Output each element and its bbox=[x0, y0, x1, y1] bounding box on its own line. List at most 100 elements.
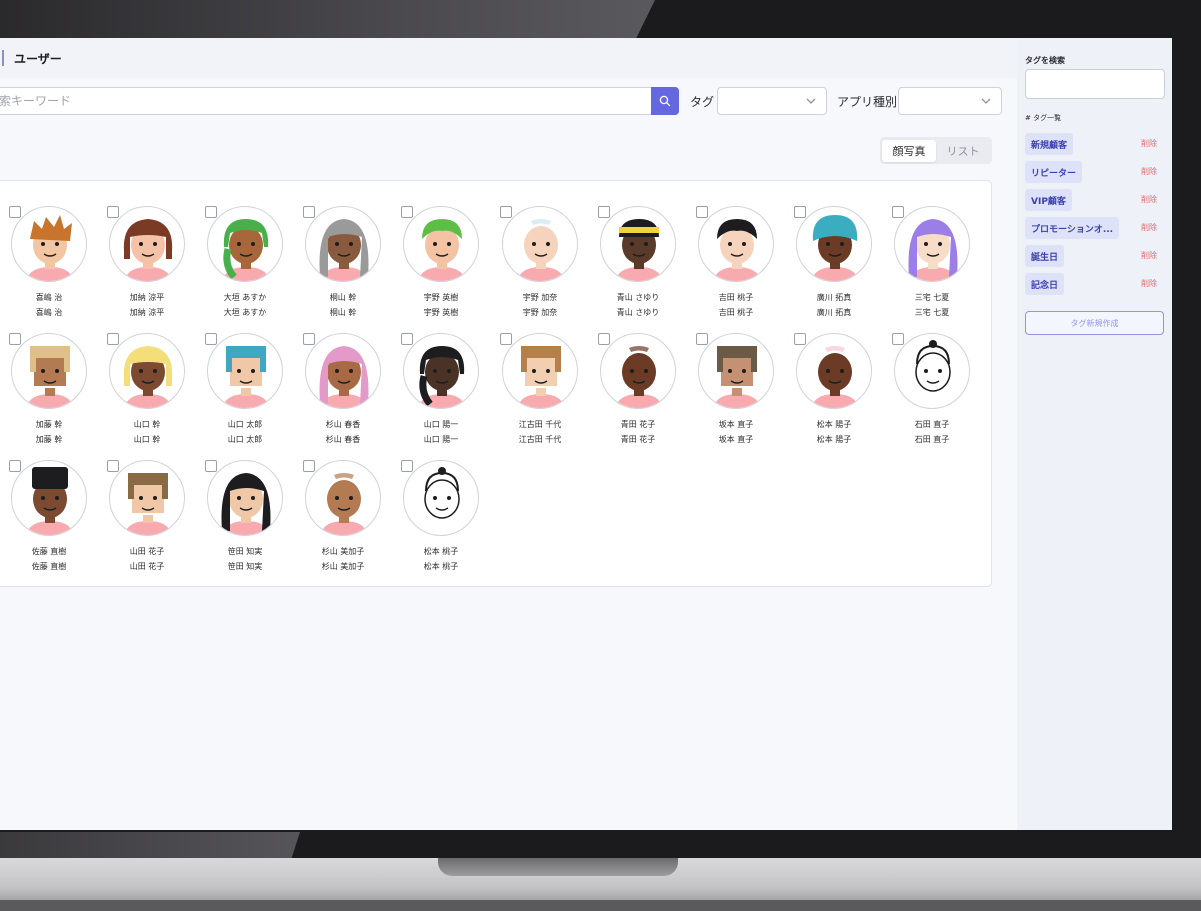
user-checkbox[interactable] bbox=[401, 333, 413, 345]
user-checkbox[interactable] bbox=[205, 460, 217, 472]
user-card[interactable]: 加藤 幹加藤 幹 bbox=[9, 333, 107, 453]
header-divider bbox=[2, 50, 4, 66]
user-name-sub: 加藤 幹 bbox=[35, 435, 63, 444]
avatar bbox=[894, 206, 970, 282]
user-checkbox[interactable] bbox=[303, 206, 315, 218]
user-card[interactable]: 喜嶋 治喜嶋 治 bbox=[9, 206, 107, 326]
user-card[interactable]: 青山 さゆり 青山 さゆり bbox=[598, 206, 696, 326]
user-checkbox[interactable] bbox=[794, 206, 806, 218]
user-card[interactable]: 加納 涼平 加納 涼平 bbox=[107, 206, 205, 326]
user-card[interactable]: 佐藤 直樹 佐藤 直樹 bbox=[9, 460, 107, 580]
toggle-face-view[interactable]: 顔写真 bbox=[882, 139, 936, 162]
user-card[interactable]: 山口 幹山口 幹 bbox=[107, 333, 205, 453]
user-checkbox[interactable] bbox=[107, 206, 119, 218]
user-name: 佐藤 直樹 bbox=[31, 547, 67, 556]
user-card[interactable]: 松本 陽子 松本 陽子 bbox=[794, 333, 892, 453]
user-name: 江古田 千代 bbox=[518, 420, 562, 429]
app-type-select[interactable] bbox=[898, 87, 1002, 115]
avatar bbox=[109, 460, 185, 536]
tag-delete-button[interactable]: 削除 bbox=[1141, 138, 1157, 149]
user-card[interactable]: 廣川 拓真 廣川 拓真 bbox=[794, 206, 892, 326]
user-checkbox[interactable] bbox=[892, 333, 904, 345]
user-card[interactable]: 桐山 幹桐山 幹 bbox=[303, 206, 401, 326]
user-card[interactable]: 山口 太郎 山口 太郎 bbox=[205, 333, 303, 453]
user-card[interactable]: 青田 花子 青田 花子 bbox=[598, 333, 696, 453]
user-name-sub: 吉田 桃子 bbox=[718, 308, 754, 317]
tag-chip[interactable]: 新規顧客 bbox=[1025, 133, 1074, 155]
user-card[interactable]: 笹田 知実 笹田 知実 bbox=[205, 460, 303, 580]
user-checkbox[interactable] bbox=[500, 333, 512, 345]
user-name-sub: 加納 涼平 bbox=[129, 308, 165, 317]
avatar bbox=[403, 206, 479, 282]
user-checkbox[interactable] bbox=[401, 206, 413, 218]
search-button[interactable] bbox=[651, 87, 679, 115]
toggle-list-view[interactable]: リスト bbox=[936, 140, 990, 162]
user-checkbox[interactable] bbox=[598, 206, 610, 218]
user-card[interactable]: 山田 花子 山田 花子 bbox=[107, 460, 205, 580]
user-card[interactable]: 石田 直子 石田 直子 bbox=[892, 333, 990, 453]
user-card[interactable]: 松本 桃子 松本 桃子 bbox=[401, 460, 499, 580]
tag-delete-button[interactable]: 削除 bbox=[1141, 166, 1157, 177]
user-name: 松本 陽子 bbox=[816, 420, 852, 429]
user-name: 宇野 加奈 bbox=[522, 293, 558, 302]
search-input[interactable] bbox=[0, 87, 652, 115]
tag-chip[interactable]: 記念日 bbox=[1025, 273, 1065, 295]
user-checkbox[interactable] bbox=[205, 206, 217, 218]
user-card[interactable]: 坂本 直子 坂本 直子 bbox=[696, 333, 794, 453]
avatar bbox=[207, 333, 283, 409]
user-grid: 喜嶋 治喜嶋 治加納 涼平 加納 涼平 大垣 あすか 大垣 あすか 桐山 幹桐山 幹宇野… bbox=[0, 180, 992, 587]
user-checkbox[interactable] bbox=[892, 206, 904, 218]
user-card[interactable]: 三宅 七夏 三宅 七夏 bbox=[892, 206, 990, 326]
user-card[interactable]: 宇野 加奈 宇野 加奈 bbox=[500, 206, 598, 326]
user-name: 桐山 幹 bbox=[329, 293, 357, 302]
user-card[interactable]: 江古田 千代 江古田 千代 bbox=[500, 333, 598, 453]
user-name: 吉田 桃子 bbox=[718, 293, 754, 302]
chevron-down-icon bbox=[804, 93, 818, 112]
tag-delete-button[interactable]: 削除 bbox=[1141, 194, 1157, 205]
user-name-sub: 三宅 七夏 bbox=[914, 308, 950, 317]
user-name-sub: 江古田 千代 bbox=[518, 435, 562, 444]
user-name-sub: 宇野 英樹 bbox=[423, 308, 459, 317]
user-checkbox[interactable] bbox=[107, 333, 119, 345]
avatar bbox=[600, 206, 676, 282]
user-card[interactable]: 宇野 英樹 宇野 英樹 bbox=[401, 206, 499, 326]
tag-chip[interactable]: 誕生日 bbox=[1025, 245, 1065, 267]
new-tag-button[interactable]: タグ新規作成 bbox=[1025, 311, 1164, 335]
user-name: 山田 花子 bbox=[129, 547, 165, 556]
tag-chip[interactable]: リピーター bbox=[1025, 161, 1083, 183]
tag-search-input[interactable] bbox=[1025, 69, 1165, 99]
tag-chip[interactable]: プロモーションオ... bbox=[1025, 217, 1120, 239]
user-card[interactable]: 杉山 春香 杉山 春香 bbox=[303, 333, 401, 453]
user-checkbox[interactable] bbox=[303, 333, 315, 345]
tag-chip[interactable]: VIP顧客 bbox=[1025, 189, 1072, 211]
user-checkbox[interactable] bbox=[9, 333, 21, 345]
user-name: 宇野 英樹 bbox=[423, 293, 459, 302]
avatar bbox=[109, 206, 185, 282]
user-checkbox[interactable] bbox=[401, 460, 413, 472]
user-name-sub: 坂本 直子 bbox=[718, 435, 754, 444]
tag-delete-button[interactable]: 削除 bbox=[1141, 278, 1157, 289]
user-name-sub: 宇野 加奈 bbox=[522, 308, 558, 317]
avatar bbox=[894, 333, 970, 409]
tag-delete-button[interactable]: 削除 bbox=[1141, 222, 1157, 233]
tag-delete-button[interactable]: 削除 bbox=[1141, 250, 1157, 261]
user-checkbox[interactable] bbox=[500, 206, 512, 218]
user-card[interactable]: 吉田 桃子 吉田 桃子 bbox=[696, 206, 794, 326]
user-card[interactable]: 大垣 あすか 大垣 あすか bbox=[205, 206, 303, 326]
user-checkbox[interactable] bbox=[9, 460, 21, 472]
user-card[interactable]: 山口 陽一 山口 陽一 bbox=[401, 333, 499, 453]
tag-select[interactable] bbox=[717, 87, 827, 115]
user-checkbox[interactable] bbox=[9, 206, 21, 218]
user-checkbox[interactable] bbox=[696, 333, 708, 345]
avatar bbox=[109, 333, 185, 409]
user-card[interactable]: 杉山 美加子 杉山 美加子 bbox=[303, 460, 401, 580]
avatar bbox=[403, 333, 479, 409]
user-name-sub: 大垣 あすか bbox=[223, 308, 267, 317]
user-checkbox[interactable] bbox=[303, 460, 315, 472]
user-checkbox[interactable] bbox=[107, 460, 119, 472]
user-checkbox[interactable] bbox=[696, 206, 708, 218]
user-checkbox[interactable] bbox=[794, 333, 806, 345]
user-name-sub: 山口 陽一 bbox=[423, 435, 459, 444]
user-checkbox[interactable] bbox=[205, 333, 217, 345]
user-checkbox[interactable] bbox=[598, 333, 610, 345]
